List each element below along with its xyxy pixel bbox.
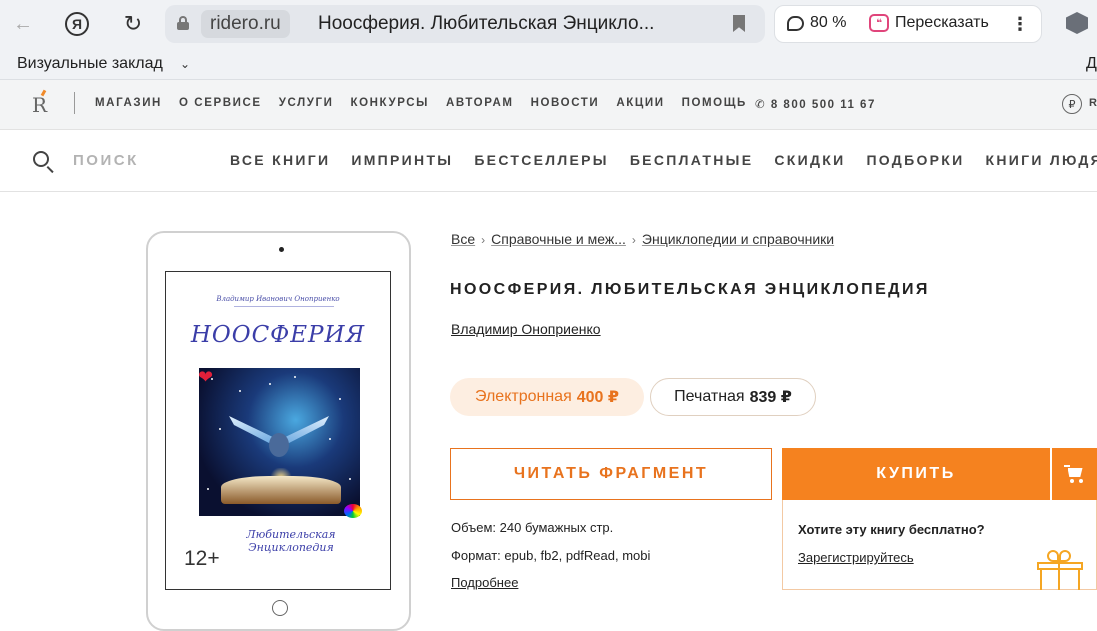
- chevron-down-icon[interactable]: ⌄: [180, 57, 190, 71]
- topnav-shop[interactable]: МАГАЗИН: [95, 97, 162, 109]
- promo-question: Хотите эту книгу бесплатно?: [798, 522, 985, 537]
- buy-button[interactable]: КУПИТЬ: [782, 448, 1050, 500]
- topnav-contests[interactable]: КОНКУРСЫ: [350, 97, 428, 109]
- free-book-promo: Хотите эту книгу бесплатно? Зарегистриру…: [782, 500, 1097, 590]
- tablet-frame: Владимир Иванович Оноприенко НООСФЕРИЯ ❤…: [146, 231, 411, 631]
- breadcrumb-reference[interactable]: Справочные и меж...: [491, 231, 626, 247]
- bird-illustration: [229, 413, 329, 463]
- tab-title: Ноосферия. Любительская Энцикло...: [318, 13, 655, 34]
- retell-label: Пересказать: [895, 14, 989, 31]
- add-to-cart-button[interactable]: [1052, 448, 1097, 500]
- phone-number: 8 800 500 11 67: [770, 99, 876, 111]
- nav-imprints[interactable]: ИМПРИНТЫ: [351, 152, 453, 168]
- chevron-right-icon: ›: [631, 233, 636, 247]
- chevron-right-icon: ›: [481, 233, 486, 247]
- price-electronic-label: Электронная: [474, 388, 572, 405]
- book-format: Формат: epub, fb2, pdfRead, mobi: [451, 548, 651, 563]
- tablet-camera: [279, 247, 284, 252]
- browser-tools: 80 % ❝ Пересказать ⋮: [774, 5, 1042, 43]
- breadcrumb-all[interactable]: Все: [451, 231, 475, 247]
- register-link[interactable]: Зарегистрируйтесь: [798, 550, 914, 565]
- ridero-logo[interactable]: R: [32, 93, 47, 117]
- gift-icon: [1035, 550, 1085, 590]
- cover-author: Владимир Иванович Оноприенко: [216, 295, 340, 303]
- topnav-help[interactable]: ПОМОЩЬ: [682, 97, 747, 109]
- topnav-news[interactable]: НОВОСТИ: [531, 97, 600, 109]
- author-link[interactable]: Владимир Оноприенко: [451, 321, 601, 337]
- cover-illustration: [199, 368, 360, 516]
- quote-icon: ❝: [869, 14, 889, 32]
- address-bar[interactable]: ridero.ru Ноосферия. Любительская Энцикл…: [165, 5, 765, 43]
- currency-label[interactable]: R: [1089, 97, 1097, 109]
- heart-icon: ❤: [198, 367, 214, 387]
- nav-books-to-people[interactable]: КНИГИ ЛЮДЯМ: [985, 152, 1097, 168]
- phone-icon: ✆: [755, 99, 771, 111]
- reload-icon[interactable]: ↻: [118, 9, 148, 39]
- nav-free[interactable]: БЕСПЛАТНЫЕ: [630, 152, 754, 168]
- domain-label[interactable]: ridero.ru: [201, 10, 290, 38]
- cover-author-underline: [234, 306, 334, 307]
- cart-icon: [1063, 465, 1086, 483]
- main-nav: ВСЕ КНИГИ ИМПРИНТЫ БЕСТСЕЛЛЕРЫ БЕСПЛАТНЫ…: [0, 130, 1097, 192]
- yandex-icon: Я: [65, 12, 89, 36]
- ruble-icon[interactable]: ₽: [1062, 94, 1082, 114]
- phone-link[interactable]: ✆ 8 800 500 11 67: [755, 97, 876, 111]
- site-top-bar: R МАГАЗИН О СЕРВИСЕ УСЛУГИ КОНКУРСЫ АВТО…: [0, 80, 1097, 130]
- chat-bubble-icon: [787, 15, 804, 31]
- more-details-link[interactable]: Подробнее: [451, 575, 518, 590]
- top-nav: МАГАЗИН О СЕРВИСЕ УСЛУГИ КОНКУРСЫ АВТОРА…: [95, 97, 764, 109]
- cover-subtitle: Любительская Энциклопедия: [246, 528, 336, 554]
- price-print-option[interactable]: Печатная 839 ₽: [650, 378, 816, 416]
- extension-icon[interactable]: [1066, 12, 1088, 34]
- age-rating: 12+: [184, 547, 220, 570]
- bookmarks-bar: Визуальные заклад ⌄ Д: [0, 48, 1097, 80]
- price-print-value: 839 ₽: [749, 389, 792, 406]
- divider: [74, 92, 75, 114]
- more-menu-icon[interactable]: ⋮: [1011, 14, 1029, 35]
- topnav-authors[interactable]: АВТОРАМ: [446, 97, 514, 109]
- nav-all-books[interactable]: ВСЕ КНИГИ: [230, 152, 330, 168]
- retell-button[interactable]: ❝ Пересказать: [869, 14, 989, 32]
- bookmark-icon[interactable]: [733, 15, 745, 32]
- search-icon[interactable]: [33, 151, 49, 167]
- nav-collections[interactable]: ПОДБОРКИ: [866, 152, 964, 168]
- back-arrow-icon[interactable]: ←: [8, 9, 38, 39]
- cover-title: НООСФЕРИЯ: [190, 322, 366, 348]
- book-cover[interactable]: Владимир Иванович Оноприенко НООСФЕРИЯ ❤…: [165, 271, 391, 590]
- page-title: НООСФЕРИЯ. ЛЮБИТЕЛЬСКАЯ ЭНЦИКЛОПЕДИЯ: [450, 281, 930, 298]
- breadcrumb: Все › Справочные и меж... › Энциклопедии и с…: [451, 231, 834, 247]
- rainbow-icon: [344, 504, 362, 518]
- bookmarks-right-item[interactable]: Д: [1086, 55, 1097, 73]
- zoom-level: 80 %: [810, 14, 847, 31]
- price-electronic-value: 400 ₽: [576, 389, 620, 406]
- open-book-illustration: [221, 476, 341, 504]
- yandex-home-button[interactable]: Я: [62, 9, 92, 39]
- topnav-promos[interactable]: АКЦИИ: [616, 97, 664, 109]
- price-electronic-option[interactable]: Электронная 400 ₽: [450, 378, 644, 416]
- book-volume: Объем: 240 бумажных стр.: [451, 520, 614, 535]
- zoom-button[interactable]: 80 %: [787, 14, 846, 32]
- main-nav-items: ВСЕ КНИГИ ИМПРИНТЫ БЕСТСЕЛЛЕРЫ БЕСПЛАТНЫ…: [230, 152, 1097, 168]
- read-fragment-button[interactable]: ЧИТАТЬ ФРАГМЕНТ: [450, 448, 772, 500]
- search-input[interactable]: [73, 152, 193, 169]
- nav-discounts[interactable]: СКИДКИ: [774, 152, 845, 168]
- topnav-about[interactable]: О СЕРВИСЕ: [179, 97, 262, 109]
- tablet-home-button: [272, 600, 288, 616]
- topnav-services[interactable]: УСЛУГИ: [279, 97, 334, 109]
- browser-toolbar: ← Я ↻ ridero.ru Ноосферия. Любительская …: [0, 0, 1097, 48]
- nav-bestsellers[interactable]: БЕСТСЕЛЛЕРЫ: [474, 152, 609, 168]
- lock-icon[interactable]: [177, 16, 189, 30]
- price-print-label: Печатная: [674, 388, 745, 405]
- breadcrumb-encyclopedias[interactable]: Энциклопедии и справочники: [642, 231, 834, 247]
- visual-bookmarks-item[interactable]: Визуальные заклад: [17, 55, 163, 73]
